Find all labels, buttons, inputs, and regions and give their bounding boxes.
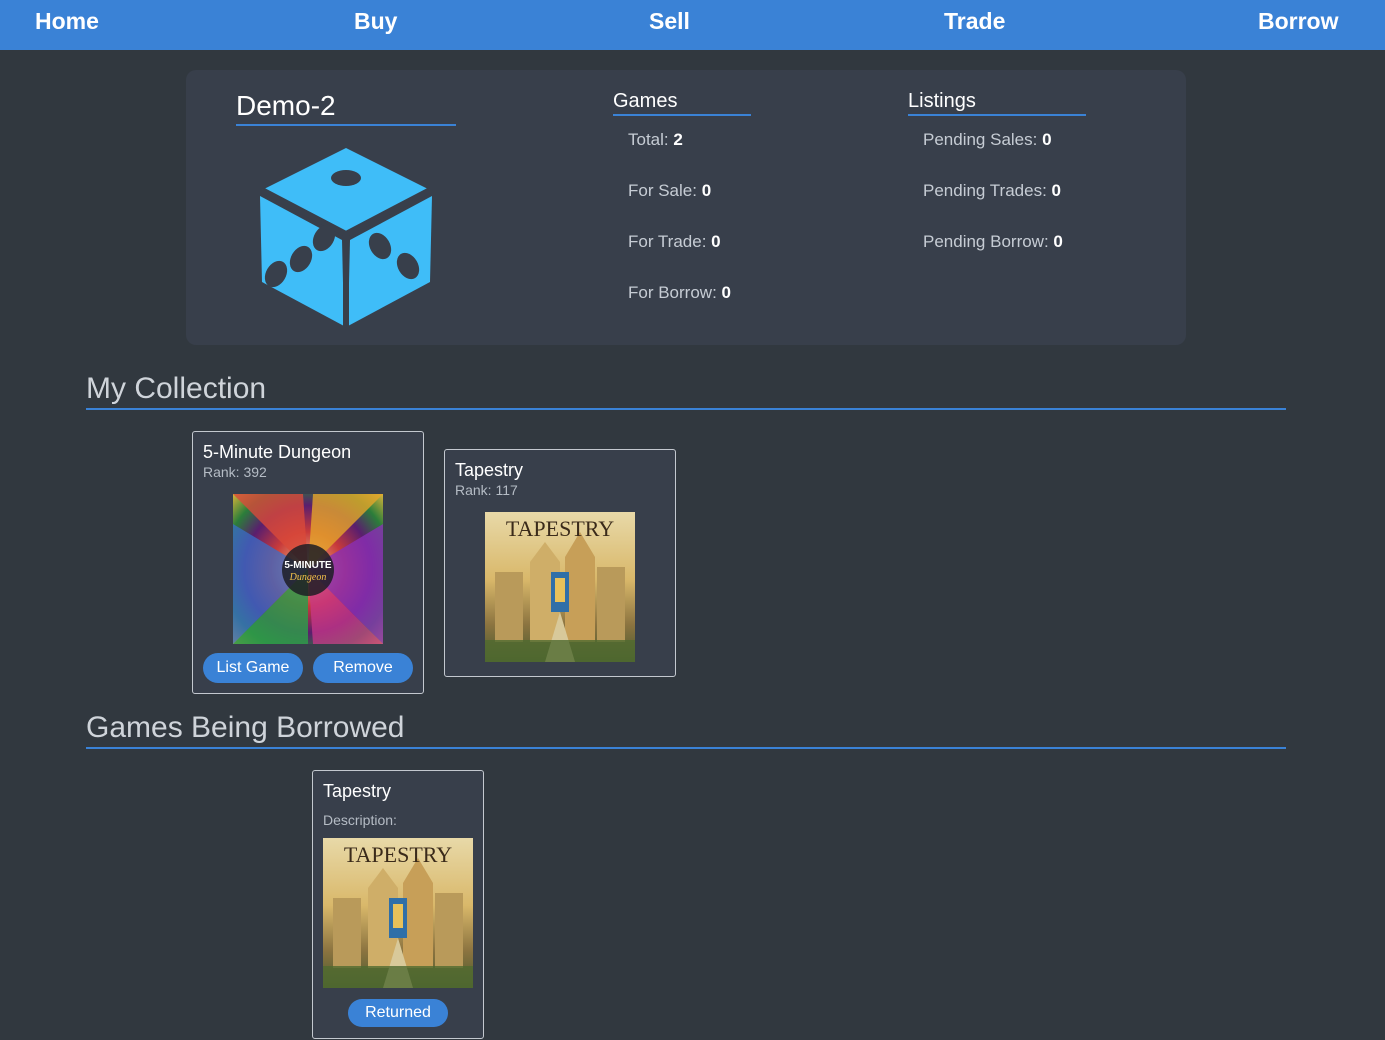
games-borrowed-heading: Games Being Borrowed — [86, 711, 1286, 749]
card-description: Description: — [323, 812, 397, 828]
nav-sell-link[interactable]: Sell — [649, 6, 690, 36]
profile-card: Demo-2 Games Total: 2 For Sale: 0 For Tr… — [186, 70, 1186, 345]
card-title: Tapestry — [323, 781, 392, 801]
my-collection-heading: My Collection — [86, 372, 1286, 410]
game-art-tapestry: TAPESTRY — [323, 838, 473, 988]
card-rank: Rank: 392 — [203, 464, 267, 480]
card-rank: Rank: 117 — [455, 482, 518, 498]
stat-total: Total: 2 — [628, 130, 683, 149]
remove-button[interactable]: Remove — [313, 653, 413, 683]
top-nav: Home Buy Sell Trade Borrow — [0, 0, 1385, 50]
username-heading: Demo-2 — [236, 88, 456, 126]
svg-text:Dungeon: Dungeon — [289, 572, 327, 583]
stat-for-borrow: For Borrow: 0 — [628, 283, 731, 302]
stat-for-sale: For Sale: 0 — [628, 181, 712, 200]
collection-card-tapestry: Tapestry Rank: 117 TAPESTRY — [444, 449, 676, 677]
nav-buy-link[interactable]: Buy — [354, 6, 397, 36]
nav-borrow-link[interactable]: Borrow — [1258, 6, 1339, 36]
svg-text:TAPESTRY: TAPESTRY — [344, 842, 452, 867]
svg-text:TAPESTRY: TAPESTRY — [506, 516, 614, 541]
game-art-5-minute-dungeon: 5-MINUTE Dungeon — [233, 494, 383, 644]
svg-text:5-MINUTE: 5-MINUTE — [284, 560, 332, 571]
nav-home-link[interactable]: Home — [35, 6, 99, 36]
returned-button[interactable]: Returned — [348, 999, 448, 1027]
stat-pending-trades: Pending Trades: 0 — [923, 181, 1062, 200]
games-heading: Games — [613, 90, 751, 116]
card-title: Tapestry — [455, 460, 524, 480]
borrowed-card-tapestry: Tapestry Description: TAPESTRY Returned — [312, 770, 484, 1039]
stat-pending-borrow: Pending Borrow: 0 — [923, 232, 1063, 251]
list-game-button[interactable]: List Game — [203, 653, 303, 683]
card-title: 5-Minute Dungeon — [203, 442, 352, 462]
listings-heading: Listings — [908, 90, 1086, 116]
nav-trade-link[interactable]: Trade — [944, 6, 1005, 36]
collection-card-5-minute-dungeon: 5-Minute Dungeon Rank: 392 5-MINUTE Dung… — [192, 431, 424, 694]
stat-pending-sales: Pending Sales: 0 — [923, 130, 1052, 149]
stat-for-trade: For Trade: 0 — [628, 232, 721, 251]
dice-icon — [260, 148, 432, 328]
game-art-tapestry: TAPESTRY — [485, 512, 635, 662]
